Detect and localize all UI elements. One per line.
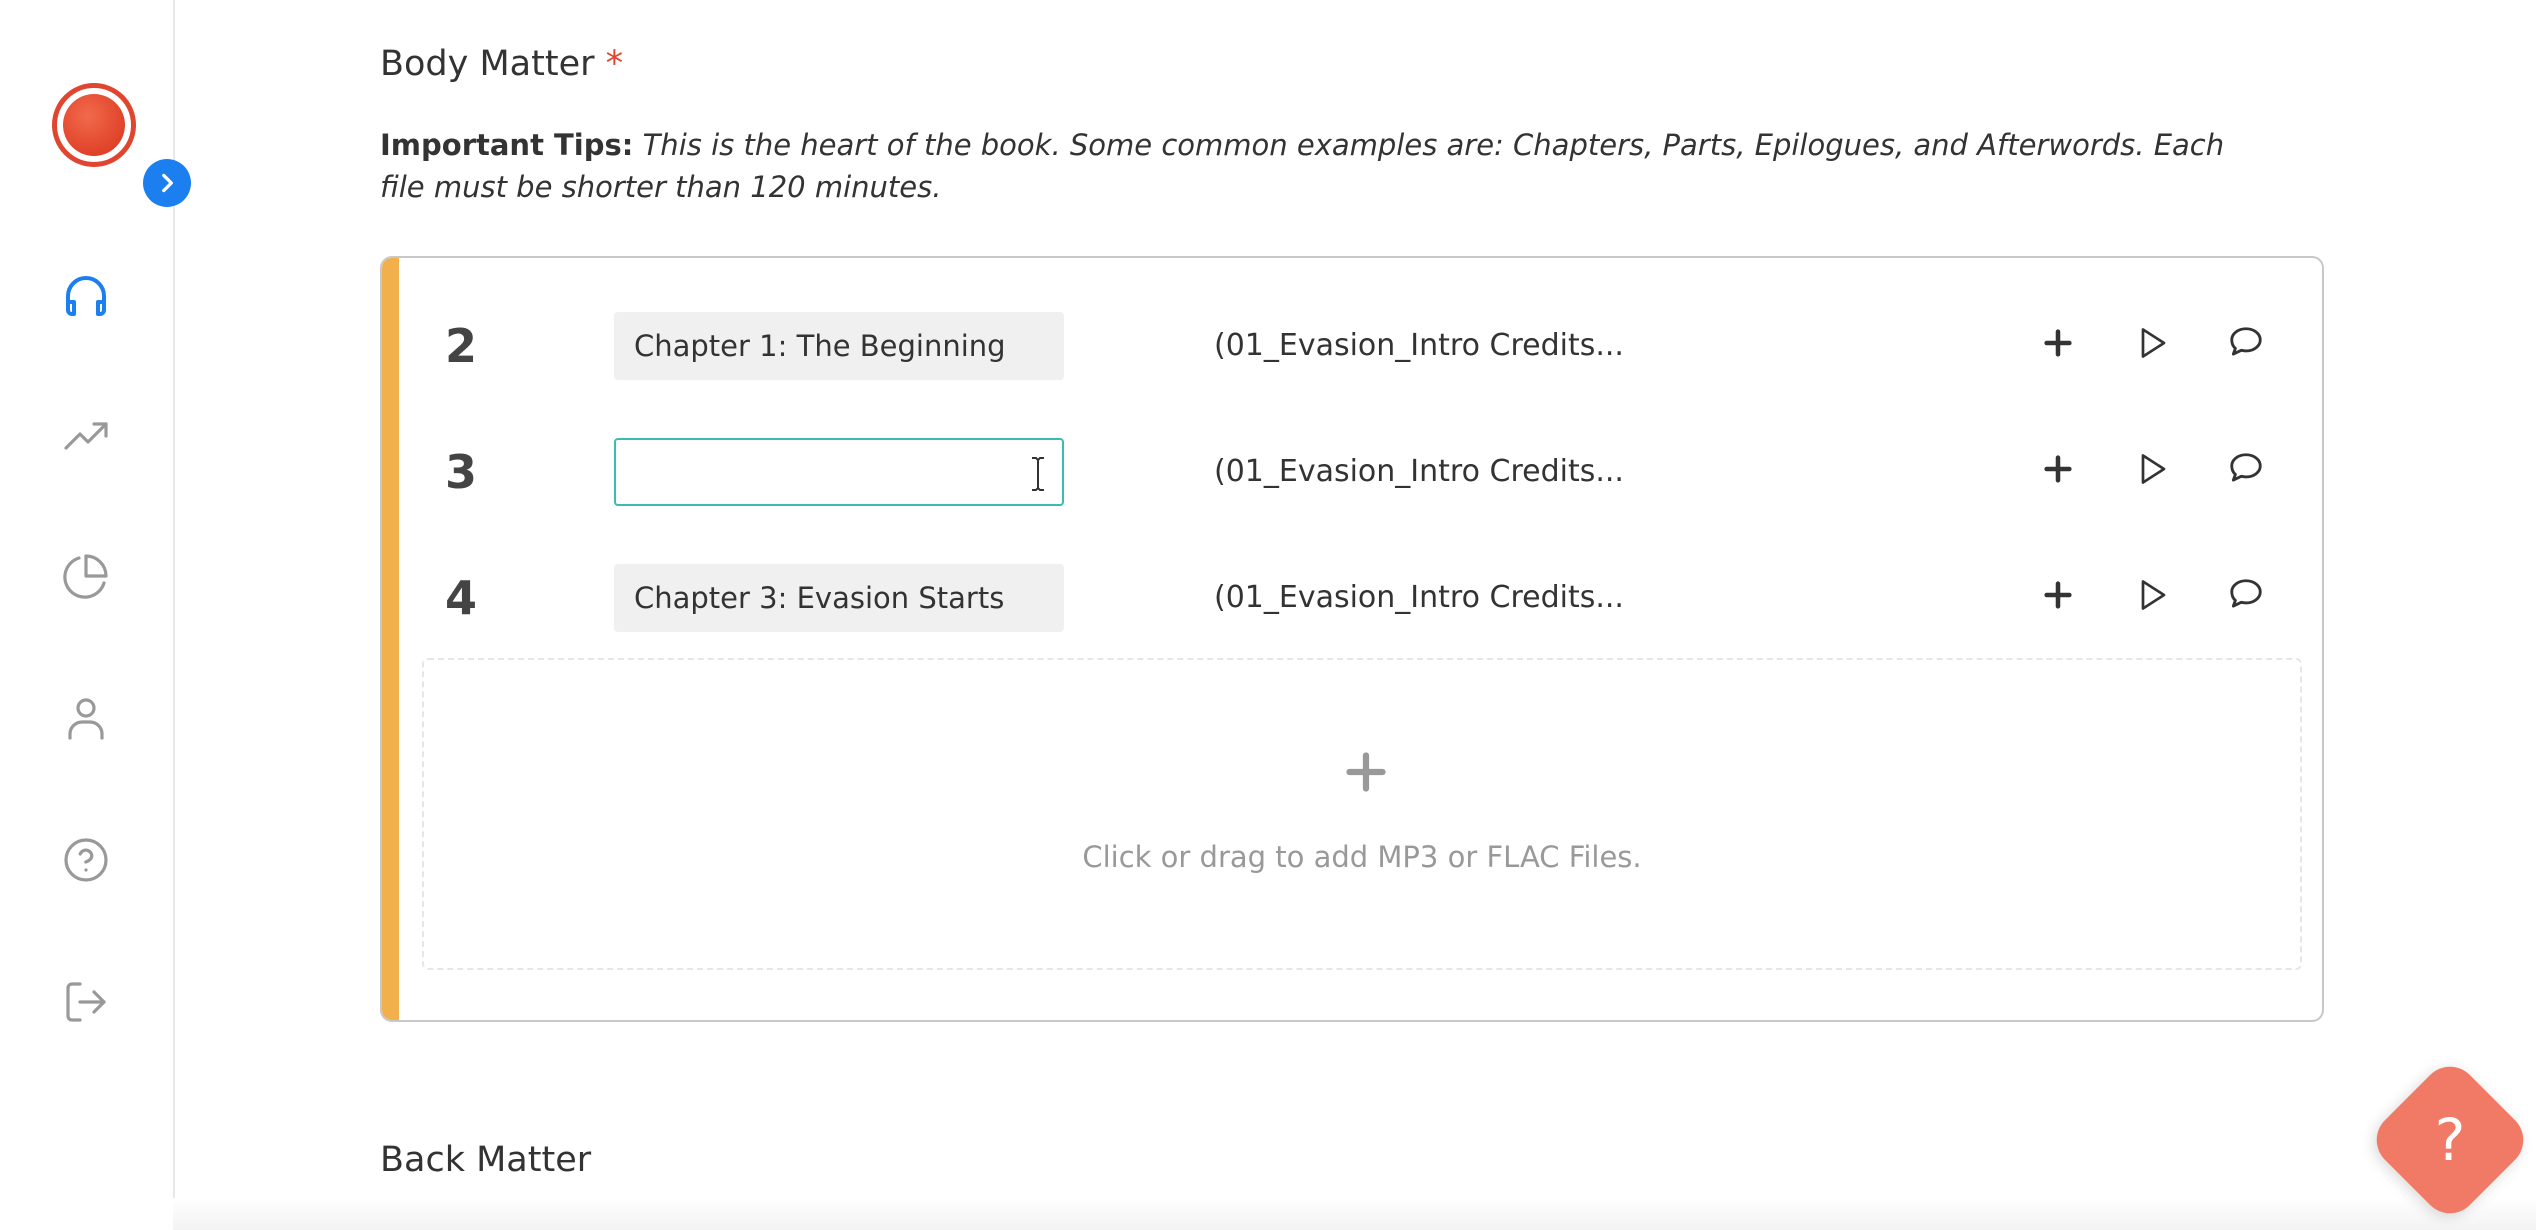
play-button[interactable] bbox=[2125, 568, 2179, 622]
panel-accent-bar bbox=[382, 258, 399, 1020]
comment-button[interactable] bbox=[2219, 316, 2273, 370]
body-matter-panel: 2 (01_Evasion_Intro Credits... 3 (01_Eva… bbox=[380, 256, 2324, 1022]
track-actions bbox=[2031, 316, 2324, 376]
track-file-name: (01_Evasion_Intro Credits... bbox=[1214, 328, 1624, 363]
track-row: 2 (01_Evasion_Intro Credits... bbox=[399, 306, 2324, 386]
comment-icon bbox=[2230, 453, 2262, 482]
track-row: 3 (01_Evasion_Intro Credits... bbox=[399, 432, 2324, 512]
comment-icon bbox=[2230, 579, 2262, 608]
text-cursor-icon bbox=[1032, 457, 1044, 491]
comment-icon bbox=[2230, 327, 2262, 356]
required-mark: * bbox=[605, 44, 624, 84]
back-matter-title: Back Matter bbox=[380, 1140, 592, 1180]
track-actions bbox=[2031, 568, 2324, 628]
app-logo[interactable] bbox=[52, 83, 136, 167]
play-button[interactable] bbox=[2125, 316, 2179, 370]
dropzone-text: Click or drag to add MP3 or FLAC Files. bbox=[1082, 840, 1642, 874]
tips-text: This is the heart of the book. Some comm… bbox=[380, 128, 2225, 204]
track-title-input[interactable] bbox=[614, 564, 1064, 632]
plus-icon bbox=[2044, 581, 2072, 609]
download-button[interactable] bbox=[2313, 442, 2324, 496]
track-number: 3 bbox=[445, 445, 478, 499]
expand-sidebar-button[interactable] bbox=[143, 159, 191, 207]
play-icon bbox=[2141, 454, 2166, 484]
important-tips: Important Tips: This is the heart of the… bbox=[380, 124, 2260, 208]
play-button[interactable] bbox=[2125, 442, 2179, 496]
chevron-right-icon bbox=[162, 173, 173, 193]
logout-icon[interactable] bbox=[58, 974, 114, 1030]
help-button-label[interactable]: ? bbox=[2390, 1080, 2510, 1200]
comment-button[interactable] bbox=[2219, 568, 2273, 622]
scroll-fade bbox=[173, 1198, 2536, 1230]
track-row: 4 (01_Evasion_Intro Credits... bbox=[399, 558, 2324, 638]
track-file-name: (01_Evasion_Intro Credits... bbox=[1214, 580, 1624, 615]
add-button[interactable] bbox=[2031, 442, 2085, 496]
play-icon bbox=[2141, 580, 2166, 610]
plus-icon bbox=[1346, 752, 1386, 792]
body-matter-heading: Body Matter * bbox=[380, 44, 623, 84]
track-title-input[interactable] bbox=[614, 312, 1064, 380]
help-circle-icon[interactable] bbox=[58, 832, 114, 888]
logo-mark bbox=[63, 94, 125, 156]
download-button[interactable] bbox=[2313, 316, 2324, 370]
comment-button[interactable] bbox=[2219, 442, 2273, 496]
download-icon bbox=[2321, 324, 2324, 362]
plus-icon bbox=[2044, 455, 2072, 483]
user-icon[interactable] bbox=[58, 690, 114, 746]
add-button[interactable] bbox=[2031, 568, 2085, 622]
file-dropzone[interactable]: Click or drag to add MP3 or FLAC Files. bbox=[422, 658, 2302, 970]
headphones-icon[interactable] bbox=[58, 268, 114, 324]
track-actions bbox=[2031, 442, 2324, 502]
plus-icon bbox=[2044, 329, 2072, 357]
download-icon bbox=[2321, 576, 2324, 614]
play-icon bbox=[2141, 328, 2166, 358]
track-file-name: (01_Evasion_Intro Credits... bbox=[1214, 454, 1624, 489]
body-matter-title: Body Matter bbox=[380, 44, 595, 84]
track-number: 2 bbox=[445, 319, 478, 373]
track-title-input[interactable] bbox=[614, 438, 1064, 506]
trending-up-icon[interactable] bbox=[58, 408, 114, 464]
main-content: Body Matter * Important Tips: This is th… bbox=[173, 0, 2536, 1230]
track-number: 4 bbox=[445, 571, 478, 625]
tips-label: Important Tips: bbox=[380, 128, 634, 162]
download-button[interactable] bbox=[2313, 568, 2324, 622]
add-button[interactable] bbox=[2031, 316, 2085, 370]
pie-chart-icon[interactable] bbox=[58, 548, 114, 604]
download-icon bbox=[2321, 450, 2324, 488]
